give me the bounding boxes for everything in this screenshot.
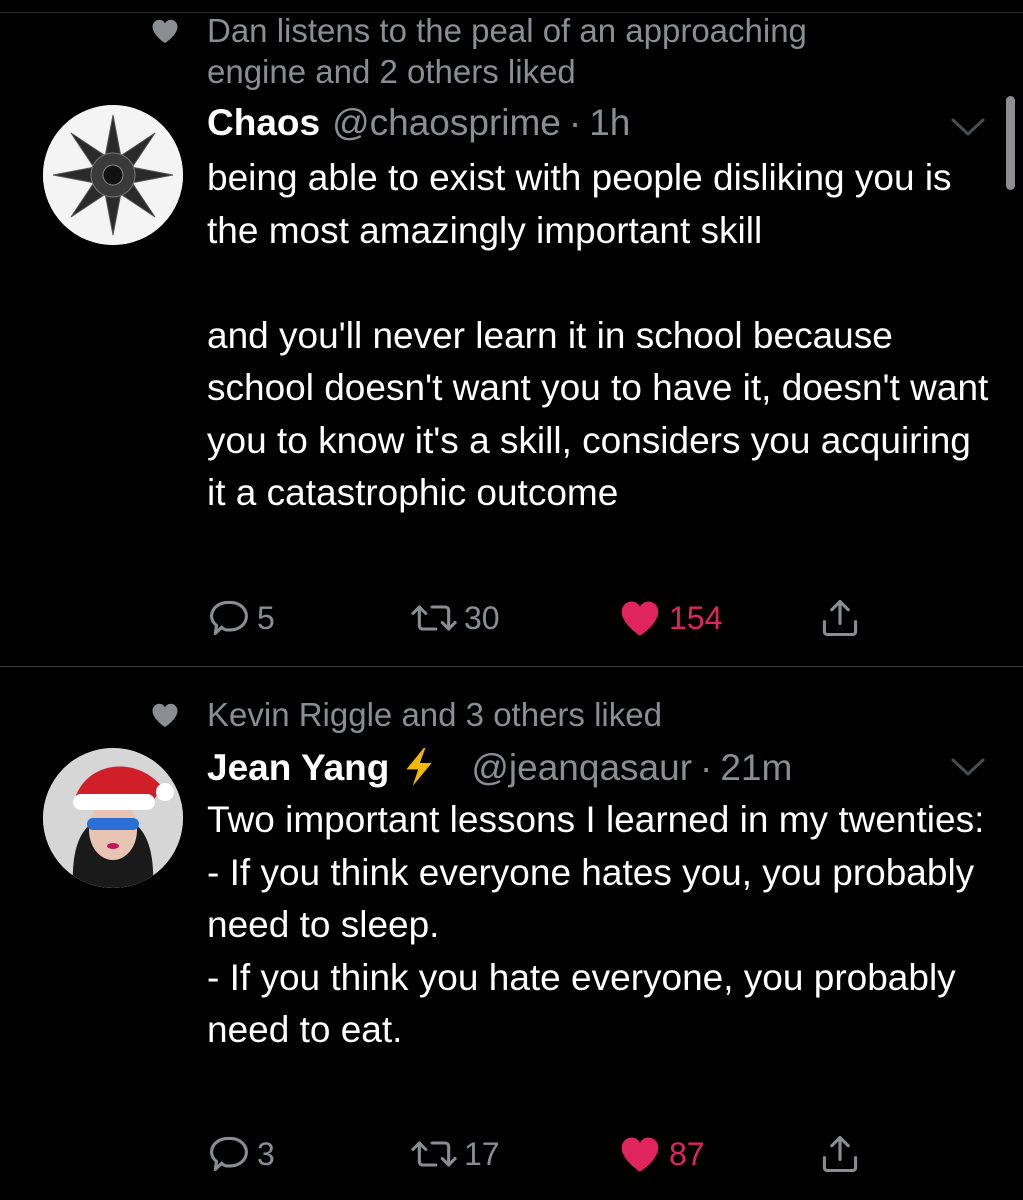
heart-icon	[621, 601, 659, 636]
author-handle[interactable]: @chaosprime	[332, 100, 561, 146]
like-count: 154	[669, 599, 723, 636]
tweet-text: Two important lessons I learned in my tw…	[207, 799, 985, 1050]
tweet-actions: 5 30 154	[207, 594, 887, 642]
author-handle[interactable]: @jeanqasaur	[471, 745, 692, 791]
heart-icon	[621, 1137, 659, 1172]
share-button[interactable]	[818, 1130, 862, 1178]
share-icon	[822, 1135, 858, 1173]
separator: ·	[568, 102, 582, 143]
retweet-icon	[411, 1141, 457, 1167]
avatar[interactable]	[43, 105, 183, 245]
avatar[interactable]	[43, 748, 183, 888]
like-count: 87	[669, 1135, 705, 1172]
like-button[interactable]: 87	[617, 1130, 705, 1178]
timestamp[interactable]: 1h	[589, 100, 630, 146]
reply-icon	[210, 1136, 248, 1172]
tweet[interactable]: Kevin Riggle and 3 others liked Jean Yan…	[0, 668, 1023, 1200]
heart-icon	[152, 703, 178, 727]
lightning-bolt-icon	[406, 748, 433, 786]
retweet-button[interactable]: 30	[410, 594, 500, 642]
share-button[interactable]	[818, 594, 862, 642]
reply-button[interactable]: 5	[207, 594, 275, 642]
chaos-star-avatar	[43, 105, 183, 245]
like-button[interactable]: 154	[617, 594, 722, 642]
chevron-down-icon[interactable]	[950, 756, 986, 778]
retweet-icon	[411, 605, 457, 631]
tweet-divider	[0, 666, 1023, 667]
social-context: Kevin Riggle and 3 others liked	[150, 694, 907, 735]
heart-icon	[152, 19, 178, 43]
reply-icon	[210, 600, 248, 636]
reply-count: 3	[257, 1135, 275, 1172]
social-context: Dan listens to the peal of an approachin…	[150, 10, 907, 92]
author-name[interactable]: Chaos	[207, 100, 320, 146]
social-context-text: Kevin Riggle and 3 others liked	[207, 696, 662, 733]
chevron-down-icon[interactable]	[950, 116, 986, 138]
santa-hat-person-avatar	[43, 748, 183, 888]
retweet-count: 30	[464, 599, 500, 636]
author-name[interactable]: Jean Yang	[207, 745, 389, 791]
tweet[interactable]: Dan listens to the peal of an approachin…	[0, 0, 1023, 667]
separator: ·	[700, 747, 713, 788]
social-context-text: Dan listens to the peal of an approachin…	[207, 12, 807, 90]
reply-button[interactable]: 3	[207, 1130, 275, 1178]
share-icon	[822, 599, 858, 637]
tweet-text: being able to exist with people dislikin…	[207, 157, 989, 513]
tweet-header: Jean Yang @jeanqasaur · 21m	[207, 742, 792, 791]
tweet-header: Chaos @chaosprime · 1h	[207, 100, 630, 146]
retweet-button[interactable]: 17	[410, 1130, 500, 1178]
reply-count: 5	[257, 599, 275, 636]
timestamp[interactable]: 21m	[720, 745, 792, 791]
retweet-count: 17	[464, 1135, 500, 1172]
tweet-actions: 3 17 87	[207, 1130, 887, 1178]
